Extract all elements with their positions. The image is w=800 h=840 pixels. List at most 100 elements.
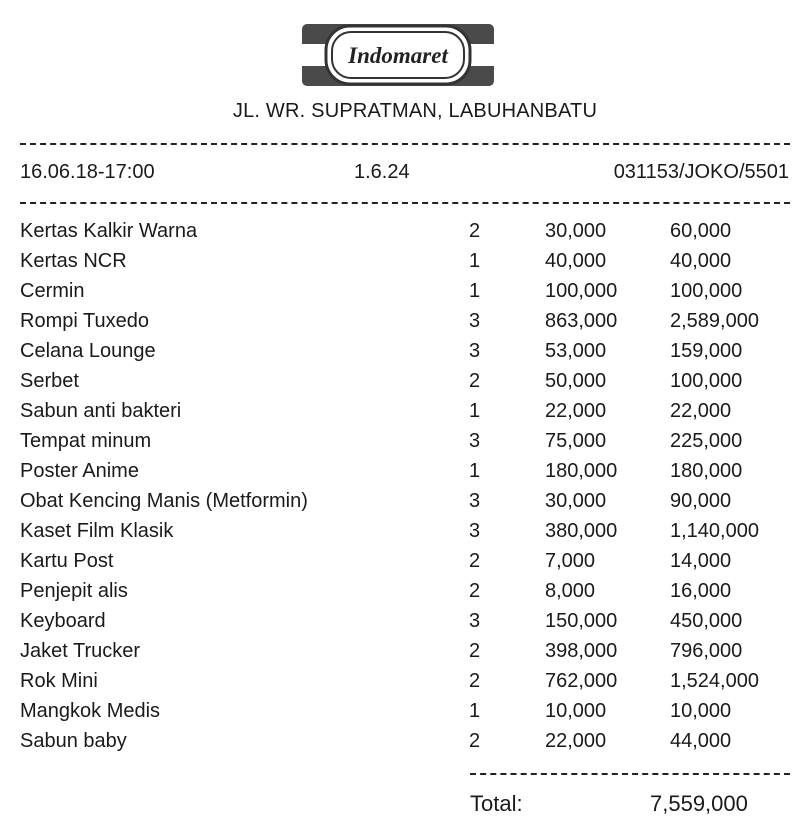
item-price: 380,000 [545,520,618,542]
store-address: JL. WR. SUPRATMAN, LABUHANBATU [232,100,598,122]
list-item: Sabun anti bakteri 1 22,000 22,000 [0,400,800,430]
item-name: Serbet [20,370,79,392]
item-price: 75,000 [545,430,607,452]
item-name: Rompi Tuxedo [20,310,149,332]
item-price: 7,000 [545,550,596,572]
item-price: 50,000 [545,370,607,392]
item-qty: 3 [469,520,481,542]
item-qty: 2 [469,580,481,602]
total-label: Total: [470,791,523,816]
list-item: Kaset Film Klasik 3 380,000 1,140,000 [0,520,800,550]
item-name: Sabun baby [20,730,127,752]
item-qty: 2 [469,370,481,392]
list-item: Rok Mini 2 762,000 1,524,000 [0,670,800,700]
item-list: Kertas Kalkir Warna 2 30,000 60,000 Kertas N… [0,220,800,760]
item-name: Poster Anime [20,460,139,482]
item-name: Kertas NCR [20,250,127,272]
item-qty: 3 [469,490,481,512]
item-name: Obat Kencing Manis (Metformin) [20,490,308,512]
item-price: 10,000 [545,700,607,722]
item-subtotal: 796,000 [670,640,743,662]
item-qty: 2 [469,670,481,692]
list-item: Jaket Trucker 2 398,000 796,000 [0,640,800,670]
item-qty: 2 [469,220,481,242]
item-subtotal: 2,589,000 [670,310,759,332]
item-subtotal: 44,000 [670,730,732,752]
item-qty: 2 [469,640,481,662]
item-price: 53,000 [545,340,607,362]
separator-header [20,202,790,204]
indomaret-logo: Indomaret [302,24,494,86]
item-price: 180,000 [545,460,618,482]
item-qty: 2 [469,550,481,572]
list-item: Kartu Post 2 7,000 14,000 [0,550,800,580]
transaction-datetime: 16.06.18-17:00 [20,161,155,183]
item-qty: 1 [469,400,481,422]
total-value: 7,559,000 [650,791,748,816]
item-name: Jaket Trucker [20,640,141,662]
item-subtotal: 100,000 [670,370,743,392]
item-price: 22,000 [545,730,607,752]
item-qty: 1 [469,460,481,482]
item-price: 8,000 [545,580,596,602]
list-item: Kertas Kalkir Warna 2 30,000 60,000 [0,220,800,250]
item-price: 22,000 [545,400,607,422]
item-qty: 2 [469,730,481,752]
item-price: 100,000 [545,280,618,302]
item-subtotal: 1,524,000 [670,670,759,692]
item-qty: 1 [469,700,481,722]
item-price: 30,000 [545,490,607,512]
item-subtotal: 10,000 [670,700,732,722]
item-qty: 3 [469,430,481,452]
item-name: Mangkok Medis [20,700,161,722]
item-subtotal: 40,000 [670,250,732,272]
list-item: Tempat minum 3 75,000 225,000 [0,430,800,460]
list-item: Obat Kencing Manis (Metformin) 3 30,000 90,… [0,490,800,520]
separator-top [20,143,790,145]
transaction-version: 1.6.24 [354,161,410,183]
item-name: Celana Lounge [20,340,156,362]
item-subtotal: 16,000 [670,580,732,602]
item-name: Rok Mini [20,670,98,692]
item-price: 150,000 [545,610,618,632]
item-price: 40,000 [545,250,607,272]
item-qty: 3 [469,340,481,362]
item-subtotal: 225,000 [670,430,743,452]
item-name: Penjepit alis [20,580,128,602]
item-subtotal: 14,000 [670,550,732,572]
item-subtotal: 22,000 [670,400,732,422]
item-name: Tempat minum [20,430,152,452]
item-price: 762,000 [545,670,618,692]
list-item: Penjepit alis 2 8,000 16,000 [0,580,800,610]
list-item: Rompi Tuxedo 3 863,000 2,589,000 [0,310,800,340]
separator-total [470,773,790,775]
list-item: Celana Lounge 3 53,000 159,000 [0,340,800,370]
item-name: Cermin [20,280,85,302]
item-name: Kertas Kalkir Warna [20,220,198,242]
list-item: Poster Anime 1 180,000 180,000 [0,460,800,490]
list-item: Mangkok Medis 1 10,000 10,000 [0,700,800,730]
item-subtotal: 60,000 [670,220,732,242]
item-name: Kartu Post [20,550,114,572]
transaction-id: 031153/JOKO/5501 [613,161,789,183]
item-price: 863,000 [545,310,618,332]
list-item: Sabun baby 2 22,000 44,000 [0,730,800,760]
item-subtotal: 450,000 [670,610,743,632]
list-item: Cermin 1 100,000 100,000 [0,280,800,310]
item-qty: 3 [469,310,481,332]
item-price: 30,000 [545,220,607,242]
item-subtotal: 90,000 [670,490,732,512]
item-subtotal: 1,140,000 [670,520,759,542]
logo-text: Indomaret [347,43,448,68]
item-subtotal: 159,000 [670,340,743,362]
list-item: Serbet 2 50,000 100,000 [0,370,800,400]
item-subtotal: 180,000 [670,460,743,482]
item-qty: 3 [469,610,481,632]
list-item: Kertas NCR 1 40,000 40,000 [0,250,800,280]
item-name: Sabun anti bakteri [20,400,182,422]
item-qty: 1 [469,250,481,272]
item-name: Kaset Film Klasik [20,520,174,542]
item-qty: 1 [469,280,481,302]
item-subtotal: 100,000 [670,280,743,302]
item-price: 398,000 [545,640,618,662]
